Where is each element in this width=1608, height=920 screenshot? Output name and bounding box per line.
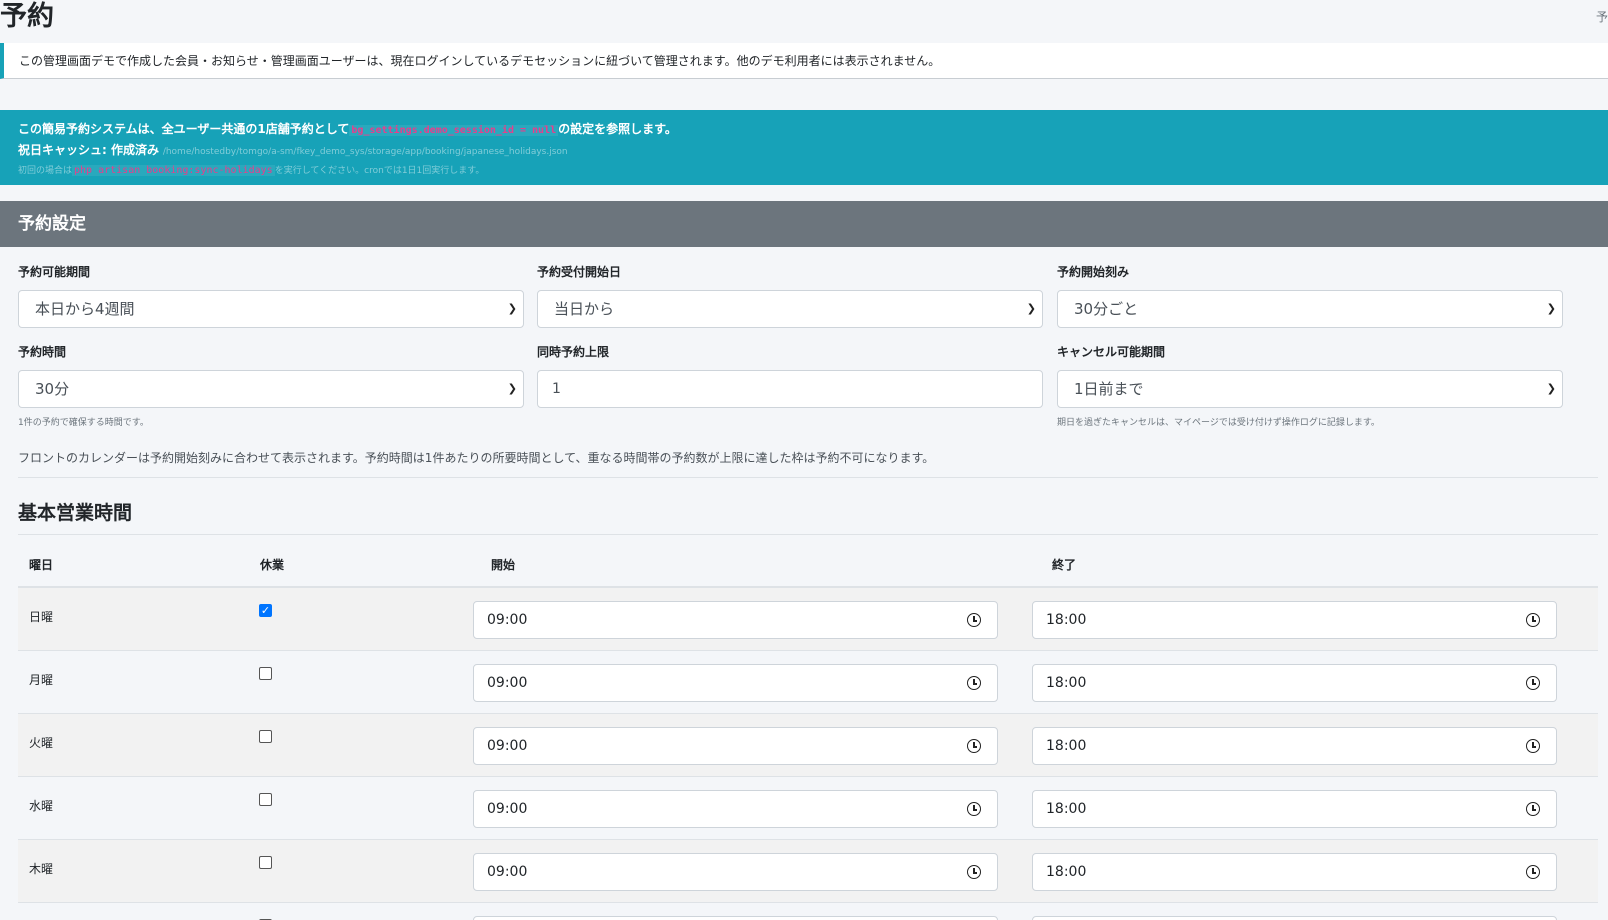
day-label: 水曜 [29, 799, 54, 813]
end-time-input[interactable]: 18:00 [1032, 664, 1557, 702]
start-day-select-value: 当日から [554, 300, 615, 318]
closed-checkbox[interactable] [259, 793, 272, 806]
info-alert: この簡易予約システムは、全ユーザー共通の1店舗予約として bg_settings.… [0, 110, 1608, 185]
end-time-value: 18:00 [1046, 801, 1087, 817]
divider [18, 477, 1598, 478]
cancel-select[interactable]: 1日前まで ❯ [1057, 370, 1563, 408]
slot-select[interactable]: 30分ごと ❯ [1057, 290, 1563, 328]
clock-icon[interactable] [967, 676, 981, 690]
closed-checkbox[interactable] [259, 856, 272, 869]
table-row: 金曜 [18, 903, 1598, 920]
info-line-3-pre: 初回の場合は [18, 166, 73, 176]
info-line-2: 祝日キャッシュ: 作成済み /home/hostedby/tomgo/a-sm/… [18, 140, 1608, 162]
clock-icon[interactable] [1526, 676, 1540, 690]
end-time-input[interactable]: 18:00 [1032, 853, 1557, 891]
column-header-closed: 休業 [260, 558, 285, 572]
cancel-help: 期日を過ぎたキャンセルは、マイページでは受け付けず操作ログに記録します。 [1057, 418, 1380, 428]
start-time-input[interactable]: 09:00 [473, 664, 998, 702]
start-time-value: 09:00 [487, 675, 528, 691]
session-notice: この管理画面デモで作成した会員・お知らせ・管理画面ユーザーは、現在ログインしてい… [0, 43, 1608, 79]
clock-icon[interactable] [967, 802, 981, 816]
chevron-down-icon: ❯ [1026, 302, 1036, 315]
capacity-input[interactable]: 1 [537, 370, 1043, 408]
day-label: 火曜 [29, 736, 54, 750]
chevron-down-icon: ❯ [1546, 382, 1556, 395]
info-line-1-code: bg_settings.demo_session_id = null [349, 125, 559, 136]
start-time-input[interactable]: 09:00 [473, 727, 998, 765]
holiday-cache-status: 祝日キャッシュ: 作成済み [18, 143, 159, 157]
calendar-note: フロントのカレンダーは予約開始刻みに合わせて表示されます。予約時間は1件あたりの… [18, 451, 935, 465]
info-line-1-pre: この簡易予約システムは、全ユーザー共通の1店舗予約として [18, 122, 350, 136]
duration-select-value: 30分 [35, 380, 70, 398]
info-line-1-post: の設定を参照します。 [558, 122, 677, 136]
clock-icon[interactable] [967, 739, 981, 753]
end-time-value: 18:00 [1046, 738, 1087, 754]
settings-card-header: 予約設定 [0, 201, 1608, 247]
end-time-value: 18:00 [1046, 675, 1087, 691]
day-label: 月曜 [29, 673, 54, 687]
divider [18, 534, 1598, 535]
day-label: 木曜 [29, 862, 54, 876]
info-line-3-code: php artisan booking:sync-holidays [72, 165, 275, 176]
info-line-1: この簡易予約システムは、全ユーザー共通の1店舗予約として bg_settings.… [18, 120, 1608, 140]
info-line-3: 初回の場合は php artisan booking:sync-holidays を… [18, 162, 1608, 180]
slot-select-value: 30分ごと [1074, 300, 1139, 318]
page-title: 予約 [0, 1, 54, 32]
period-select-value: 本日から4週間 [35, 300, 135, 318]
clock-icon[interactable] [1526, 613, 1540, 627]
start-day-select[interactable]: 当日から ❯ [537, 290, 1043, 328]
business-hours-title: 基本営業時間 [18, 502, 133, 524]
end-time-input[interactable]: 18:00 [1032, 790, 1557, 828]
column-header-end: 終了 [1052, 558, 1077, 572]
chevron-down-icon: ❯ [507, 302, 517, 315]
end-time-value: 18:00 [1046, 612, 1087, 628]
duration-select[interactable]: 30分 ❯ [18, 370, 524, 408]
table-row: 水曜 09:00 18:00 [18, 777, 1598, 840]
start-time-input[interactable]: 09:00 [473, 601, 998, 639]
start-day-label: 予約受付開始日 [537, 265, 622, 279]
table-row: 木曜 09:00 18:00 [18, 840, 1598, 903]
table-row: 月曜 09:00 18:00 [18, 651, 1598, 714]
duration-help: 1件の予約で確保する時間です。 [18, 418, 149, 428]
end-time-input[interactable] [1032, 916, 1557, 920]
clock-icon[interactable] [1526, 865, 1540, 879]
chevron-down-icon: ❯ [507, 382, 517, 395]
column-header-start: 開始 [491, 558, 516, 572]
end-time-input[interactable]: 18:00 [1032, 727, 1557, 765]
end-time-input[interactable]: 18:00 [1032, 601, 1557, 639]
start-time-value: 09:00 [487, 864, 528, 880]
slot-label: 予約開始刻み [1057, 265, 1130, 279]
day-label: 日曜 [29, 610, 54, 624]
closed-checkbox[interactable]: ✓ [259, 604, 272, 617]
period-label: 予約可能期間 [18, 265, 91, 279]
chevron-down-icon: ❯ [1546, 302, 1556, 315]
holiday-cache-path: /home/hostedby/tomgo/a-sm/fkey_demo_sys/… [162, 147, 568, 157]
period-select[interactable]: 本日から4週間 ❯ [18, 290, 524, 328]
start-time-input[interactable]: 09:00 [473, 853, 998, 891]
start-time-value: 09:00 [487, 801, 528, 817]
start-time-input[interactable] [473, 916, 998, 920]
table-row: 火曜 09:00 18:00 [18, 714, 1598, 777]
start-time-value: 09:00 [487, 612, 528, 628]
duration-label: 予約時間 [18, 345, 67, 359]
start-time-value: 09:00 [487, 738, 528, 754]
clock-icon[interactable] [1526, 802, 1540, 816]
closed-checkbox[interactable] [259, 730, 272, 743]
info-line-3-post: を実行してください。cronでは1日1回実行します。 [274, 166, 485, 176]
cancel-label: キャンセル可能期間 [1057, 345, 1166, 359]
clock-icon[interactable] [1526, 739, 1540, 753]
clock-icon[interactable] [967, 865, 981, 879]
table-row: 日曜 ✓ 09:00 18:00 [18, 588, 1598, 651]
capacity-label: 同時予約上限 [537, 345, 610, 359]
clock-icon[interactable] [967, 613, 981, 627]
breadcrumb[interactable]: 予 [1596, 8, 1608, 25]
start-time-input[interactable]: 09:00 [473, 790, 998, 828]
cancel-select-value: 1日前まで [1074, 380, 1144, 398]
column-header-day: 曜日 [29, 558, 54, 572]
end-time-value: 18:00 [1046, 864, 1087, 880]
closed-checkbox[interactable] [259, 667, 272, 680]
